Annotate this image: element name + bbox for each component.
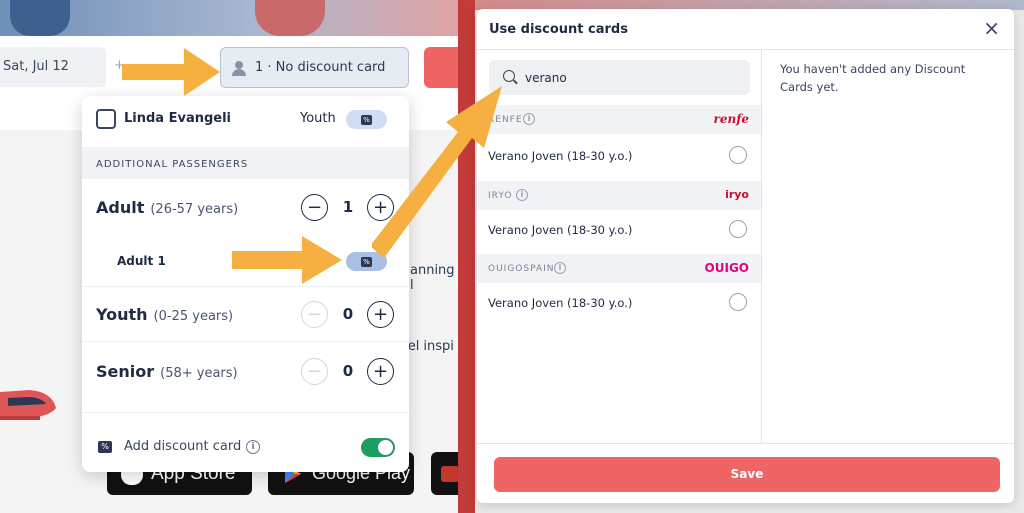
card-radio[interactable] xyxy=(729,293,747,311)
card-name: Verano Joven (18-30 y.o.) xyxy=(488,149,633,163)
adult-1-label: Adult 1 xyxy=(117,254,166,268)
senior-decrement-button[interactable]: − xyxy=(301,358,328,385)
third-store-badge[interactable] xyxy=(431,452,460,495)
percent-icon: % xyxy=(361,256,372,267)
adult-row: Adult (26-57 years) − 1 + xyxy=(82,179,409,233)
empty-state-message: You haven't added any Discount Cards yet… xyxy=(780,62,966,94)
senior-label: Senior xyxy=(96,362,155,381)
youth-count: 0 xyxy=(342,305,354,323)
youth-title: Youth (0-25 years) xyxy=(96,305,233,324)
senior-count: 0 xyxy=(342,362,354,380)
arrow-annotation xyxy=(232,236,342,284)
operator-header-renfe: RENFE i renfe xyxy=(477,105,761,134)
discount-search-input[interactable] xyxy=(525,60,745,95)
adult-label: Adult xyxy=(96,198,145,217)
close-icon[interactable]: × xyxy=(983,18,1000,38)
info-icon[interactable]: i xyxy=(554,262,566,274)
person-icon xyxy=(231,60,247,76)
modal-title: Use discount cards xyxy=(489,22,628,37)
saved-passenger-row: Linda Evangeli Youth % xyxy=(82,96,409,142)
senior-age-range: (58+ years) xyxy=(160,366,238,381)
info-icon[interactable]: i xyxy=(246,440,260,454)
info-icon[interactable]: i xyxy=(516,189,528,201)
add-discount-card-label: Add discount card xyxy=(124,439,242,454)
store-logo-icon xyxy=(441,465,459,482)
discount-card-list: RENFE i renfe Verano Joven (18-30 y.o.) … xyxy=(477,50,762,443)
passenger-summary: 1 · No discount card xyxy=(255,60,386,75)
youth-decrement-button[interactable]: − xyxy=(301,301,328,328)
card-radio[interactable] xyxy=(729,220,747,238)
modal-footer: Save xyxy=(477,443,1014,503)
add-discount-card-toggle[interactable] xyxy=(361,438,395,457)
operator-header-ouigo: OUIGOSPAIN i OUIGO xyxy=(477,254,761,283)
senior-title: Senior (58+ years) xyxy=(96,362,238,381)
passenger-name: Linda Evangeli xyxy=(124,111,232,126)
youth-label: Youth xyxy=(96,305,148,324)
percent-icon: % xyxy=(361,114,372,125)
discount-card-option[interactable]: Verano Joven (18-30 y.o.) xyxy=(477,134,761,178)
arrow-annotation xyxy=(122,48,220,96)
adult-age-range: (26-57 years) xyxy=(150,202,239,217)
card-name: Verano Joven (18-30 y.o.) xyxy=(488,296,633,310)
card-radio[interactable] xyxy=(729,146,747,164)
train-illustration xyxy=(0,390,56,420)
add-discount-card-row: % Add discount card i xyxy=(82,412,409,472)
youth-row: Youth (0-25 years) − 0 + xyxy=(82,286,409,342)
hero-illustration xyxy=(0,0,460,36)
passenger-type: Youth xyxy=(300,111,336,126)
discount-cards-modal: Use discount cards × RENFE i renfe Veran… xyxy=(477,9,1014,503)
senior-increment-button[interactable]: + xyxy=(367,358,394,385)
hero-figure-left xyxy=(10,0,70,36)
save-button[interactable]: Save xyxy=(494,457,1000,492)
renfe-logo: renfe xyxy=(713,112,749,126)
discount-card-icon: % xyxy=(98,441,112,453)
info-icon[interactable]: i xyxy=(523,113,535,125)
passenger-checkbox[interactable] xyxy=(96,109,116,129)
adult-decrement-button[interactable]: − xyxy=(301,194,328,221)
arrow-annotation xyxy=(372,86,502,258)
youth-increment-button[interactable]: + xyxy=(367,301,394,328)
discount-card-option[interactable]: Verano Joven (18-30 y.o.) xyxy=(477,208,761,252)
operator-name: OUIGOSPAIN xyxy=(488,264,555,274)
senior-row: Senior (58+ years) − 0 + xyxy=(82,342,409,398)
card-name: Verano Joven (18-30 y.o.) xyxy=(488,223,633,237)
discount-card-option[interactable]: Verano Joven (18-30 y.o.) xyxy=(477,281,761,325)
date-field[interactable]: Sat, Jul 12 xyxy=(0,47,106,87)
modal-header: Use discount cards × xyxy=(477,9,1014,50)
adult-title: Adult (26-57 years) xyxy=(96,198,238,217)
discount-search-box[interactable] xyxy=(489,60,750,95)
hero-figure-right xyxy=(255,0,325,36)
background-text-fragment: anning l xyxy=(410,263,455,293)
adult-count: 1 xyxy=(342,198,354,216)
iryo-logo: iryo xyxy=(725,188,749,201)
youth-age-range: (0-25 years) xyxy=(153,309,234,324)
operator-header-iryo: IRYO i iryo xyxy=(477,181,761,210)
additional-passengers-heading: ADDITIONAL PASSENGERS xyxy=(82,147,409,179)
ouigo-logo: OUIGO xyxy=(704,261,749,275)
